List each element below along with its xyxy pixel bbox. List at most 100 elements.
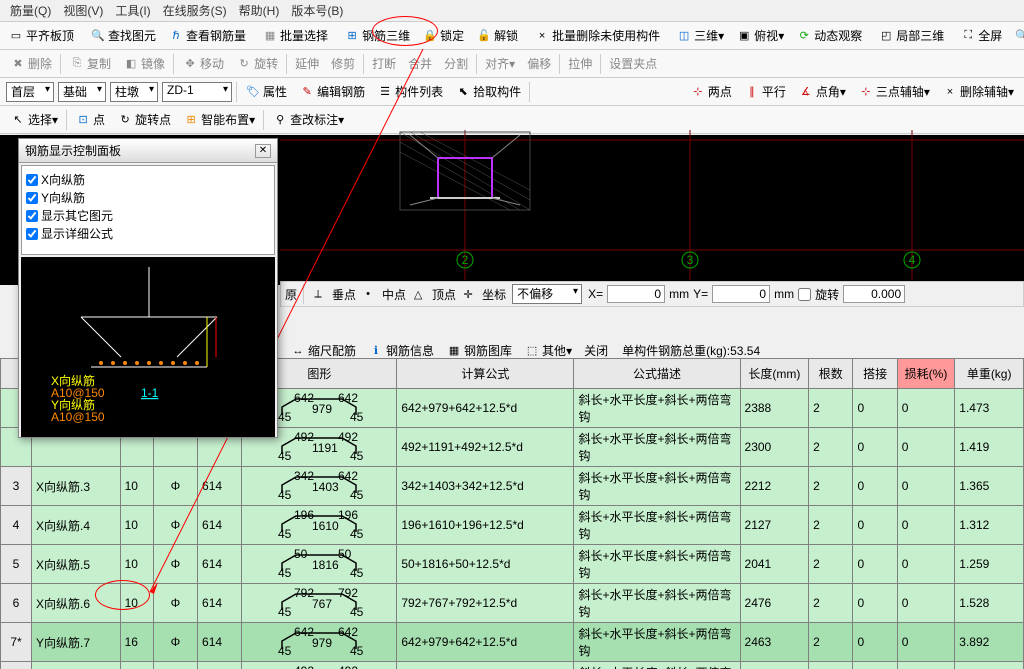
batch-delete-button[interactable]: ×批量删除未使用构件 <box>529 24 665 47</box>
local-3d-button[interactable]: ◰局部三维 <box>873 24 949 47</box>
menu-view[interactable]: 视图(V) <box>57 2 109 19</box>
svg-text:45: 45 <box>350 410 364 421</box>
menu-help[interactable]: 帮助(H) <box>233 2 286 19</box>
offset-combo[interactable]: 不偏移 <box>512 284 582 304</box>
delete-button[interactable]: ✖删除 <box>5 52 57 75</box>
snap-mid[interactable]: 中点 <box>382 286 406 303</box>
view-rebar-button[interactable]: ℏ查看钢筋量 <box>163 24 251 47</box>
table-row[interactable]: 5X向纵筋.510Φ6145050 4518164550+1816+50+12.… <box>1 545 1024 584</box>
zoom-button[interactable]: 🔍缩放▾ <box>1009 24 1024 47</box>
mm-1: mm <box>669 287 689 301</box>
select-button[interactable]: ↖选择▾ <box>5 108 63 131</box>
rebar-display-panel[interactable]: 钢筋显示控制面板 ✕ X向纵筋 Y向纵筋 显示其它图元 显示详细公式 X向纵筋 … <box>18 138 278 438</box>
table-row[interactable]: 8Y向纵筋.810Φ614492492 45119145492+1191+492… <box>1 662 1024 669</box>
component-list-button[interactable]: ☰构件列表 <box>372 80 448 103</box>
menu-tools[interactable]: 工具(I) <box>109 2 156 19</box>
align-button[interactable]: 对齐▾ <box>480 52 520 75</box>
floor-combo[interactable]: 首层 <box>6 82 54 102</box>
check-other[interactable]: 显示其它图元 <box>26 207 270 224</box>
lock-icon: 🔒 <box>422 28 438 44</box>
copy-button[interactable]: ⎘复制 <box>64 52 116 75</box>
unlock-button[interactable]: 🔓解锁 <box>471 24 523 47</box>
fullscreen-button[interactable]: ⛶全屏 <box>955 24 1007 47</box>
y-input[interactable] <box>712 285 770 303</box>
check-x-rebar[interactable]: X向纵筋 <box>26 171 270 188</box>
snap-vertex[interactable]: 顶点 <box>432 286 456 303</box>
top-view-button[interactable]: ▣俯视▾ <box>731 24 789 47</box>
3d-button[interactable]: ◫三维▾ <box>671 24 729 47</box>
extend-button[interactable]: 延伸 <box>290 52 324 75</box>
menu-rebar[interactable]: 筋量(Q) <box>4 2 57 19</box>
menu-version[interactable]: 版本号(B) <box>285 2 349 19</box>
col-loss[interactable]: 损耗(%) <box>897 359 955 389</box>
lock-button[interactable]: 🔒锁定 <box>417 24 469 47</box>
menu-bar: 筋量(Q) 视图(V) 工具(I) 在线服务(S) 帮助(H) 版本号(B) <box>0 0 1024 22</box>
svg-text:45: 45 <box>350 449 364 460</box>
check-detail-formula[interactable]: 显示详细公式 <box>26 225 270 242</box>
rotate-point-button[interactable]: ↻旋转点 <box>112 108 176 131</box>
property-button[interactable]: 🏷属性 <box>240 80 292 103</box>
table-row[interactable]: 6X向纵筋.610Φ614792792 4576745792+767+792+1… <box>1 584 1024 623</box>
panel-title-text: 钢筋显示控制面板 <box>25 142 121 159</box>
point-angle-button[interactable]: ∡点角▾ <box>793 80 851 103</box>
x-label: X= <box>588 287 603 301</box>
svg-text:45: 45 <box>350 605 364 616</box>
snap-coord[interactable]: 坐标 <box>482 286 506 303</box>
svg-text:3: 3 <box>687 253 694 267</box>
col-count[interactable]: 根数 <box>809 359 853 389</box>
svg-text:1191: 1191 <box>312 441 338 455</box>
name-combo[interactable]: ZD-1 <box>162 82 232 102</box>
category-combo[interactable]: 基础 <box>58 82 106 102</box>
col-lap[interactable]: 搭接 <box>853 359 897 389</box>
menu-online[interactable]: 在线服务(S) <box>157 2 233 19</box>
col-formula[interactable]: 计算公式 <box>397 359 574 389</box>
two-point-button[interactable]: ⊹两点 <box>685 80 737 103</box>
table-row[interactable]: 4X向纵筋.410Φ614196196 45161045196+1610+196… <box>1 506 1024 545</box>
rotate-checkbox[interactable] <box>798 288 811 301</box>
smart-place-button[interactable]: ⊞智能布置▾ <box>178 108 260 131</box>
break-button[interactable]: 打断 <box>367 52 401 75</box>
offset-button[interactable]: 偏移 <box>522 52 556 75</box>
col-length[interactable]: 长度(mm) <box>740 359 809 389</box>
snap-prev[interactable]: 原 <box>285 286 297 303</box>
trim-button[interactable]: 修剪 <box>326 52 360 75</box>
delete-axis-button[interactable]: ×删除辅轴▾ <box>937 80 1019 103</box>
rebar-3d-button[interactable]: ⊞钢筋三维 <box>339 24 415 47</box>
mirror-button[interactable]: ◧镜像 <box>118 52 170 75</box>
table-row[interactable]: 3X向纵筋.310Φ614342642 45140345342+1403+342… <box>1 467 1024 506</box>
move-button[interactable]: ✥移动 <box>177 52 229 75</box>
pick-component-button[interactable]: ⬉拾取构件 <box>450 80 526 103</box>
find-view-button[interactable]: 🔍查找图元 <box>85 24 161 47</box>
panel-preview: X向纵筋 A10@150 Y向纵筋 A10@150 1-1 <box>21 257 275 437</box>
svg-text:979: 979 <box>312 402 332 416</box>
table-row[interactable]: 7*Y向纵筋.716Φ614642642 4597945642+979+642+… <box>1 623 1024 662</box>
total-weight-label: 单构件钢筋总重(kg): <box>622 342 730 359</box>
rotate-label: 旋转 <box>815 286 839 303</box>
set-pin-button[interactable]: 设置夹点 <box>604 52 662 75</box>
panel-close-button[interactable]: ✕ <box>255 144 271 158</box>
edit-rebar-button[interactable]: ✎编辑钢筋 <box>294 80 370 103</box>
rotate-input[interactable] <box>843 285 905 303</box>
parallel-button[interactable]: ∥平行 <box>739 80 791 103</box>
svg-text:45: 45 <box>350 488 364 499</box>
check-y-rebar[interactable]: Y向纵筋 <box>26 189 270 206</box>
three-point-axis-button[interactable]: ⊹三点辅轴▾ <box>853 80 935 103</box>
rotate-button[interactable]: ↻旋转 <box>231 52 283 75</box>
dynamic-button[interactable]: ⟳动态观察 <box>791 24 867 47</box>
flat-top-button[interactable]: ▭平齐板顶 <box>3 24 79 47</box>
check-annotation-button[interactable]: ⚲查改标注▾ <box>267 108 349 131</box>
snap-perp[interactable]: 垂点 <box>332 286 356 303</box>
batch-select-button[interactable]: ▦批量选择 <box>257 24 333 47</box>
svg-text:45: 45 <box>350 566 364 577</box>
stretch-button[interactable]: 拉伸 <box>563 52 597 75</box>
panel-titlebar[interactable]: 钢筋显示控制面板 ✕ <box>19 139 277 163</box>
split-button[interactable]: 分割 <box>439 52 473 75</box>
col-weight[interactable]: 单重(kg) <box>955 359 1024 389</box>
point-button[interactable]: ⊡点 <box>70 108 110 131</box>
merge-button[interactable]: 合并 <box>403 52 437 75</box>
x-input[interactable] <box>607 285 665 303</box>
svg-text:492: 492 <box>338 666 358 669</box>
type-combo[interactable]: 柱墩 <box>110 82 158 102</box>
svg-text:1-1: 1-1 <box>141 386 159 400</box>
col-desc[interactable]: 公式描述 <box>574 359 740 389</box>
